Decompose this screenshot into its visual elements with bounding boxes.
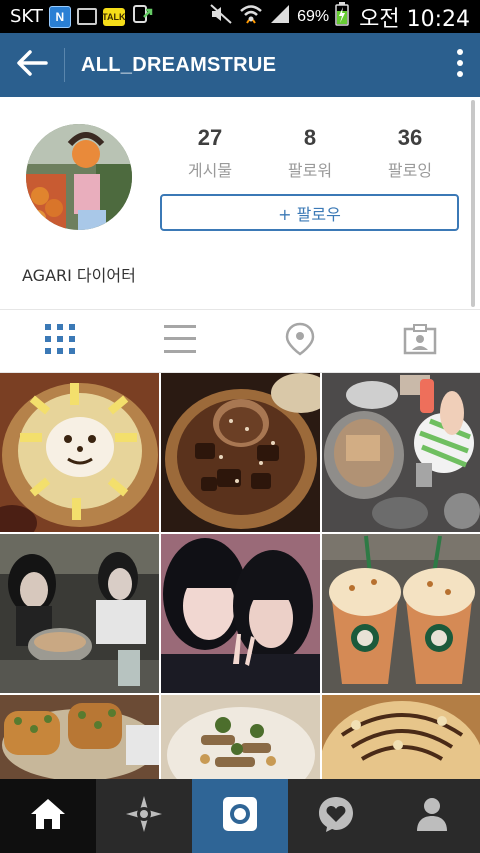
posts-stat[interactable]: 27 게시물 bbox=[160, 125, 260, 181]
nav-explore[interactable] bbox=[96, 779, 192, 853]
followers-stat[interactable]: 8 팔로워 bbox=[260, 125, 360, 181]
wifi-icon bbox=[239, 3, 263, 30]
clock: 오전 10:24 bbox=[359, 6, 470, 32]
page-title: ALL_DREAMSTRUE bbox=[81, 53, 277, 76]
follow-button[interactable]: + 팔로우 bbox=[160, 194, 459, 231]
tab-grid-view[interactable] bbox=[0, 310, 120, 372]
home-icon bbox=[29, 797, 67, 836]
camera-icon bbox=[221, 795, 259, 838]
kakaotalk-icon: TALK bbox=[102, 7, 126, 26]
gallery-icon bbox=[76, 8, 97, 25]
carrier-label: SKT bbox=[10, 6, 43, 27]
nav-home[interactable] bbox=[0, 779, 96, 853]
followers-label: 팔로워 bbox=[287, 161, 333, 180]
explore-icon bbox=[125, 795, 163, 838]
mute-icon bbox=[209, 3, 233, 30]
avatar[interactable] bbox=[26, 124, 132, 230]
back-button[interactable] bbox=[0, 33, 64, 97]
nav-profile[interactable] bbox=[384, 779, 480, 853]
overflow-menu-button[interactable] bbox=[440, 33, 480, 97]
toolbar-divider bbox=[64, 48, 65, 82]
following-stat[interactable]: 36 팔로잉 bbox=[360, 125, 460, 181]
battery-percent: 69% bbox=[297, 7, 330, 25]
activity-heart-icon bbox=[317, 795, 355, 838]
tab-tagged-view[interactable] bbox=[360, 310, 480, 372]
battery-icon bbox=[335, 2, 349, 31]
location-pin-icon bbox=[285, 322, 315, 361]
photo-thumbnail[interactable] bbox=[0, 534, 159, 693]
upload-icon bbox=[131, 3, 153, 30]
tab-list-view[interactable] bbox=[120, 310, 240, 372]
tab-map-view[interactable] bbox=[240, 310, 360, 372]
profile-header: 27 게시물 8 팔로워 36 팔로잉 + 팔로우 AGARI 다이어터 bbox=[0, 97, 480, 309]
nav-camera[interactable] bbox=[192, 779, 288, 853]
status-bar: SKT N TALK 69% 오전 10:24 bbox=[0, 0, 480, 33]
photo-thumbnail[interactable] bbox=[322, 373, 480, 532]
view-tabs bbox=[0, 309, 480, 373]
n-app-icon: N bbox=[48, 5, 71, 28]
profile-icon bbox=[415, 796, 449, 837]
followers-count: 8 bbox=[303, 125, 317, 150]
overflow-menu-icon bbox=[456, 48, 464, 83]
photo-thumbnail[interactable] bbox=[322, 534, 480, 693]
tagged-photo-icon bbox=[403, 323, 437, 360]
following-count: 36 bbox=[397, 125, 423, 150]
nav-activity[interactable] bbox=[288, 779, 384, 853]
photo-grid bbox=[0, 373, 480, 779]
posts-count: 27 bbox=[197, 125, 223, 150]
top-toolbar: ALL_DREAMSTRUE bbox=[0, 33, 480, 97]
following-label: 팔로잉 bbox=[387, 161, 433, 180]
grid-icon bbox=[44, 323, 76, 360]
photo-thumbnail[interactable] bbox=[322, 695, 480, 779]
scrollbar[interactable] bbox=[471, 100, 475, 307]
photo-thumbnail[interactable] bbox=[161, 695, 320, 779]
profile-bio: AGARI 다이어터 bbox=[22, 266, 136, 285]
bottom-navigation bbox=[0, 779, 480, 853]
posts-label: 게시물 bbox=[187, 161, 233, 180]
photo-thumbnail[interactable] bbox=[0, 695, 159, 779]
profile-stats: 27 게시물 8 팔로워 36 팔로잉 bbox=[160, 125, 460, 181]
photo-thumbnail[interactable] bbox=[161, 534, 320, 693]
arrow-left-icon bbox=[16, 49, 48, 82]
photo-thumbnail[interactable] bbox=[0, 373, 159, 532]
photo-thumbnail[interactable] bbox=[161, 373, 320, 532]
list-icon bbox=[163, 324, 197, 359]
signal-icon bbox=[269, 3, 291, 30]
